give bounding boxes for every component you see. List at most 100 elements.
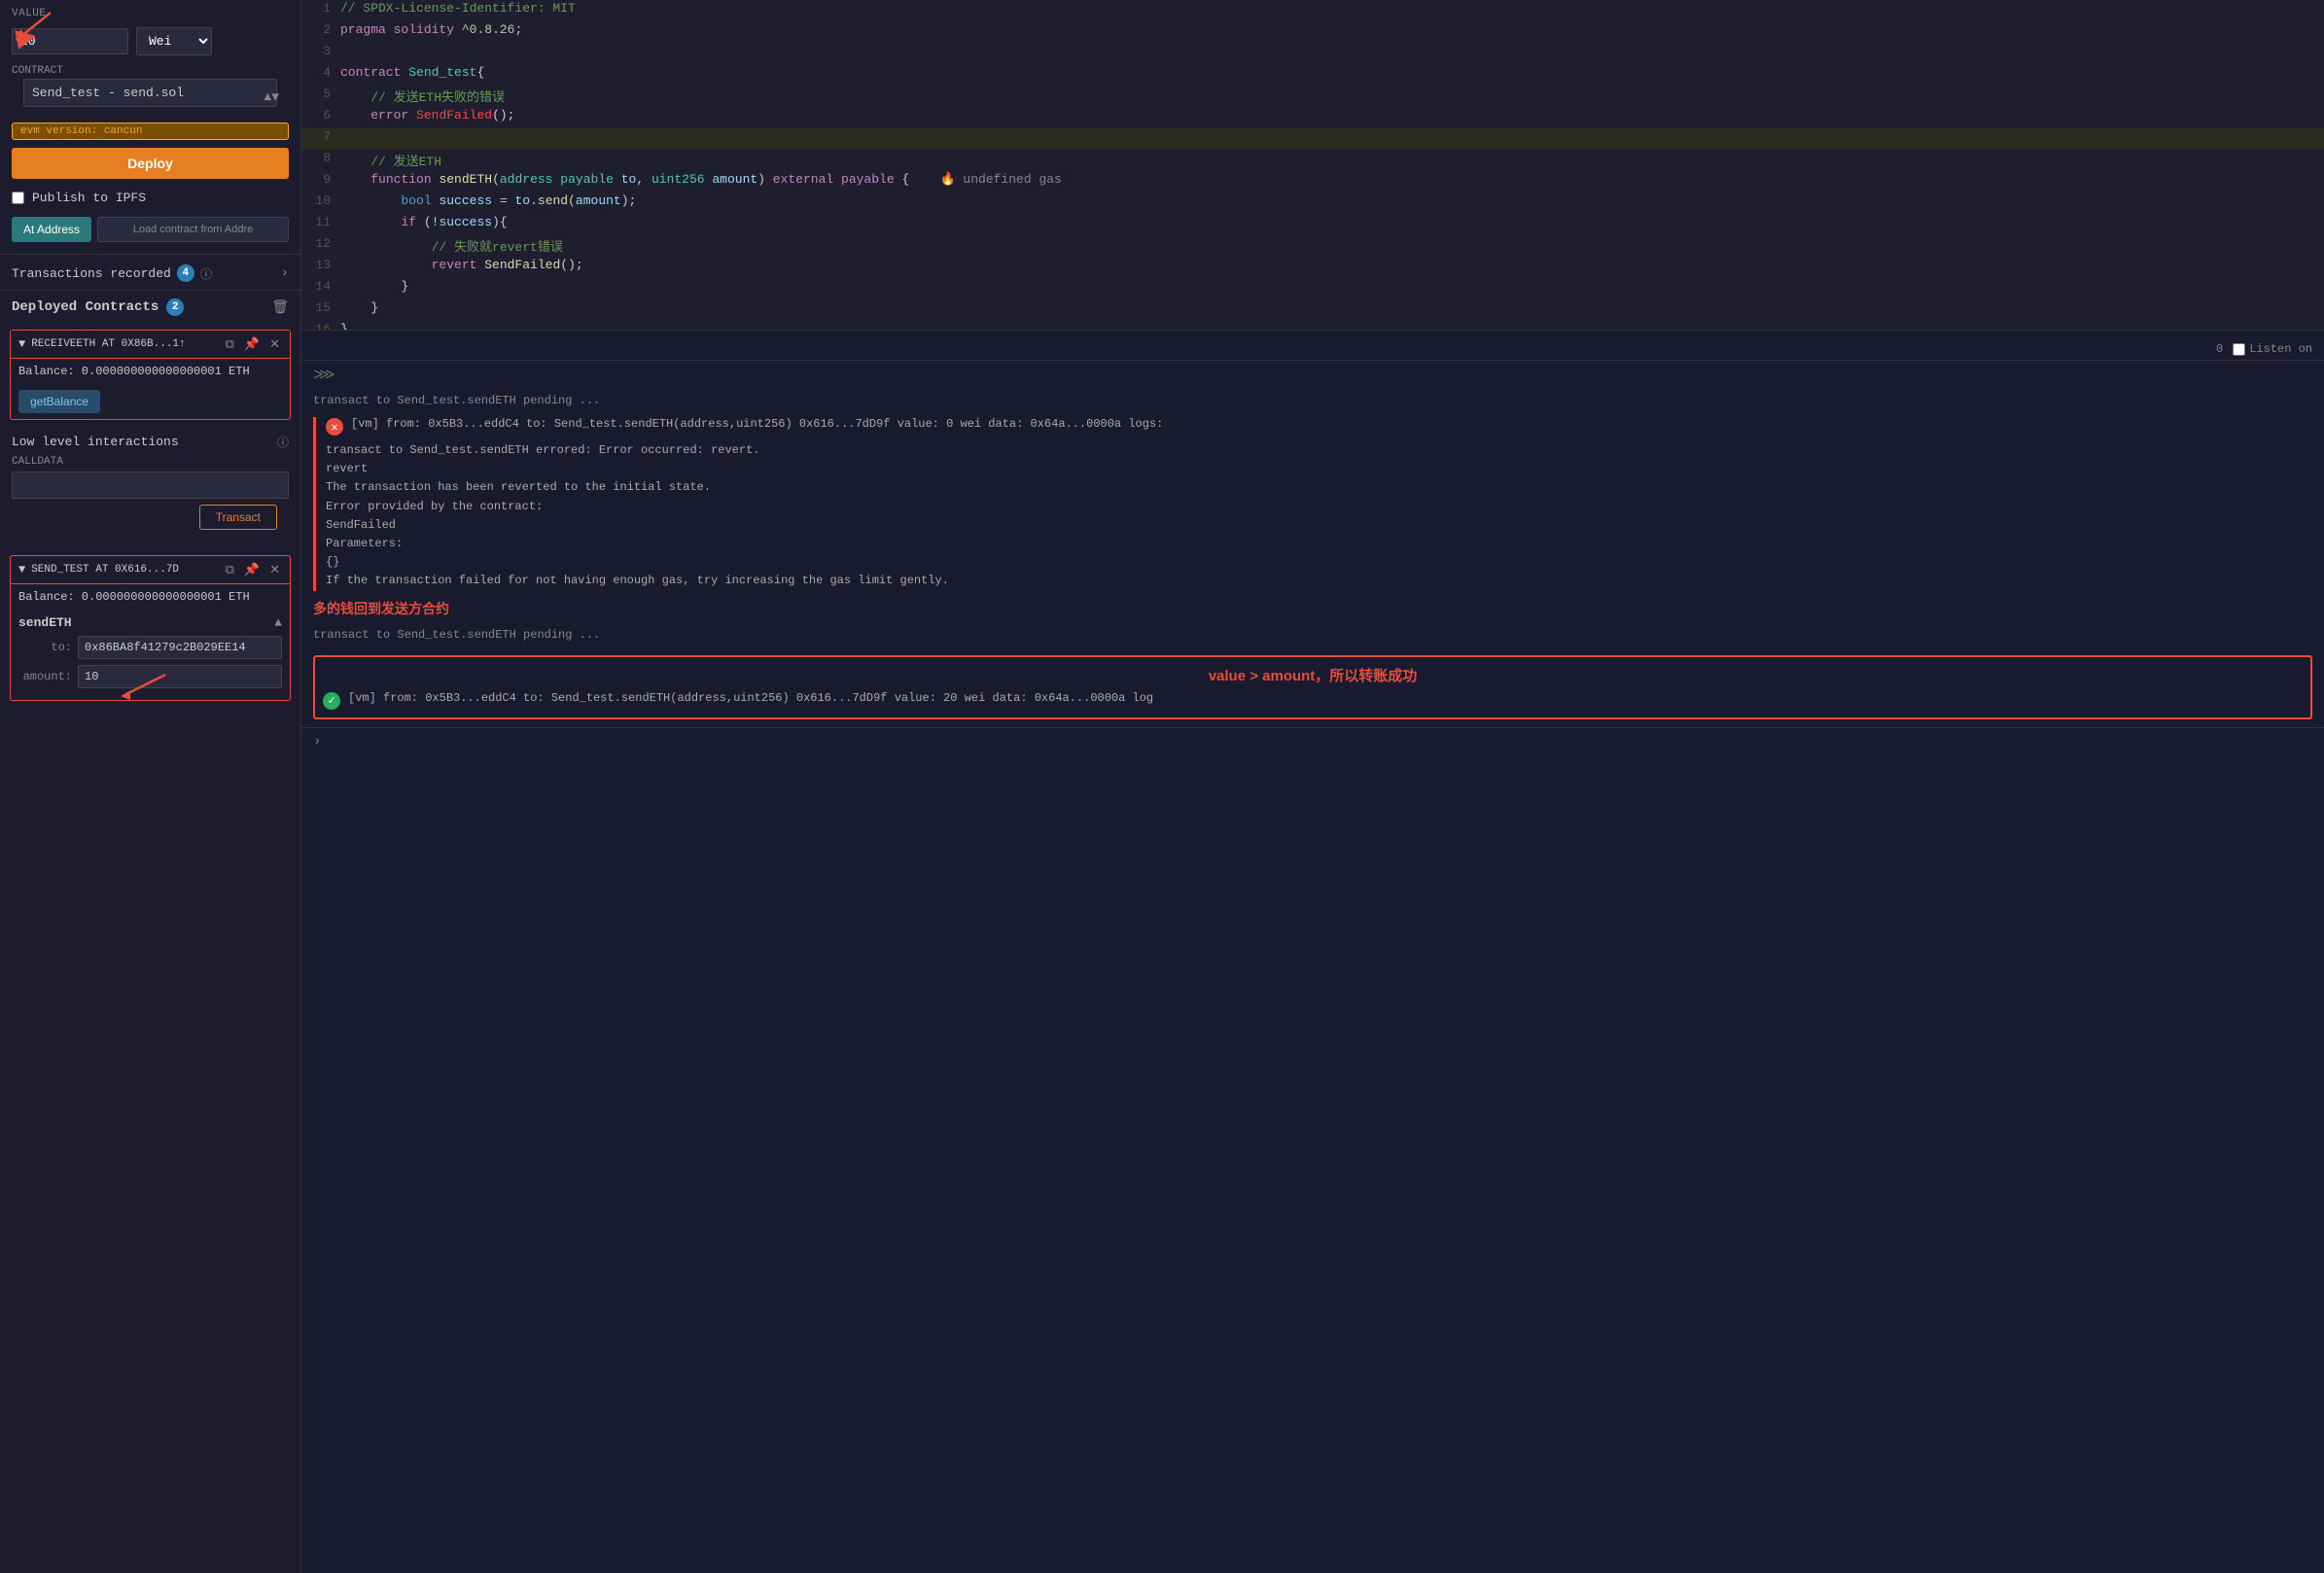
low-level-header: Low level interactions ⓘ bbox=[0, 426, 300, 454]
pin-icon2[interactable]: 📌 bbox=[242, 562, 262, 577]
code-line-3: 3 bbox=[301, 43, 2324, 64]
at-address-button[interactable]: At Address bbox=[12, 217, 91, 242]
value-input[interactable] bbox=[12, 28, 128, 54]
console-input-row: › bbox=[301, 727, 2324, 755]
chevron-right-icon[interactable]: › bbox=[281, 265, 289, 281]
code-line-14: 14 } bbox=[301, 278, 2324, 299]
code-line-11: 11 if (!success){ bbox=[301, 214, 2324, 235]
log2-text: transact to Send_test.sendETH pending ..… bbox=[313, 628, 600, 642]
at-address-row: At Address Load contract from Addre bbox=[0, 213, 300, 254]
contract1-name: RECEIVEETH AT 0X86B...1↑ bbox=[31, 338, 185, 350]
contract2-title: ▼ SEND_TEST AT 0X616...7D bbox=[18, 563, 179, 577]
code-line-1: 1 // SPDX-License-Identifier: MIT bbox=[301, 0, 2324, 21]
amount-field-row: amount: bbox=[18, 665, 282, 688]
error-circle-icon: ✕ bbox=[326, 418, 343, 436]
success-log-block: value > amount，所以转账成功 ✓ [vm] from: 0x5B3… bbox=[313, 655, 2312, 719]
receive-eth-contract: ▼ RECEIVEETH AT 0X86B...1↑ ⧉ 📌 ✕ Balance… bbox=[10, 330, 291, 420]
publish-checkbox[interactable] bbox=[12, 192, 24, 204]
code-line-8: 8 // 发送ETH bbox=[301, 150, 2324, 171]
to-field-row: to: bbox=[18, 636, 282, 659]
trash-icon[interactable]: 🗑 bbox=[271, 299, 289, 316]
amount-input[interactable] bbox=[78, 665, 282, 688]
code-line-6: 6 error SendFailed(); bbox=[301, 107, 2324, 128]
pin-icon[interactable]: 📌 bbox=[242, 336, 262, 352]
deployed-left: Deployed Contracts 2 bbox=[12, 298, 184, 316]
annotation-success: value > amount，所以转账成功 bbox=[1209, 668, 1418, 684]
transactions-label: Transactions recorded bbox=[12, 266, 171, 281]
code-line-4: 4 contract Send_test{ bbox=[301, 64, 2324, 86]
console-toolbar: 0 Listen on bbox=[301, 338, 2324, 361]
deployed-contracts-header: Deployed Contracts 2 🗑 bbox=[0, 290, 300, 324]
copy-icon2[interactable]: ⧉ bbox=[224, 562, 236, 577]
contract1-header: ▼ RECEIVEETH AT 0X86B...1↑ ⧉ 📌 ✕ bbox=[11, 331, 290, 358]
error-detail-5: Error provided by the contract: bbox=[326, 498, 2312, 516]
code-line-2: 2 pragma solidity ^0.8.26; bbox=[301, 21, 2324, 43]
contract2-header: ▼ SEND_TEST AT 0X616...7D ⧉ 📌 ✕ bbox=[11, 556, 290, 583]
chevron-down-icon2[interactable]: ▼ bbox=[18, 563, 25, 577]
publish-row: Publish to IPFS bbox=[0, 187, 300, 213]
log-entry-2: transact to Send_test.sendETH pending ..… bbox=[301, 622, 2324, 647]
error-log-header: ✕ [vm] from: 0x5B3...eddC4 to: Send_test… bbox=[326, 417, 2312, 436]
log-entry-1: transact to Send_test.sendETH pending ..… bbox=[301, 388, 2324, 413]
transactions-left: Transactions recorded 4 ⓘ bbox=[12, 264, 212, 282]
contract1-title: ▼ RECEIVEETH AT 0X86B...1↑ bbox=[18, 337, 186, 351]
copy-icon[interactable]: ⧉ bbox=[224, 336, 236, 352]
contract-select[interactable]: Send_test - send.sol bbox=[23, 79, 277, 107]
right-panel: 1 // SPDX-License-Identifier: MIT 2 prag… bbox=[301, 0, 2324, 1573]
listen-label: Listen on bbox=[2249, 342, 2312, 356]
evm-badge: evm version: cancun bbox=[12, 122, 289, 140]
code-line-10: 10 bool success = to.send(amount); bbox=[301, 192, 2324, 214]
to-input[interactable] bbox=[78, 636, 282, 659]
close-icon2[interactable]: ✕ bbox=[267, 562, 282, 577]
contract1-balance: Balance: 0.000000000000000001 ETH bbox=[11, 358, 290, 384]
deployed-label: Deployed Contracts bbox=[12, 299, 158, 315]
contract2-actions: ⧉ 📌 ✕ bbox=[224, 562, 282, 577]
error-detail-8: {} bbox=[326, 553, 2312, 572]
transactions-row: Transactions recorded 4 ⓘ › bbox=[0, 254, 300, 290]
calldata-input[interactable] bbox=[12, 472, 289, 499]
info-icon[interactable]: ⓘ bbox=[200, 265, 212, 282]
amount-label: amount: bbox=[18, 670, 72, 683]
listen-checkbox[interactable] bbox=[2233, 343, 2245, 356]
chevron-down-icon[interactable]: ▼ bbox=[18, 337, 25, 351]
deploy-button[interactable]: Deploy bbox=[12, 148, 289, 179]
close-icon[interactable]: ✕ bbox=[267, 336, 282, 352]
get-balance-button[interactable]: getBalance bbox=[18, 390, 100, 413]
error-detail-4: The transaction has been reverted to the… bbox=[326, 478, 2312, 497]
contract1-actions: ⧉ 📌 ✕ bbox=[224, 336, 282, 352]
success-circle-icon: ✓ bbox=[323, 692, 340, 710]
send-eth-section: sendETH ▲ to: amount: bbox=[11, 610, 290, 700]
contract2-name: SEND_TEST AT 0X616...7D bbox=[31, 564, 179, 576]
contract-label: CONTRACT bbox=[0, 59, 300, 79]
value-row: Wei Gwei Ether bbox=[0, 23, 300, 59]
error-detail: transact to Send_test.sendETH errored: E… bbox=[326, 441, 2312, 591]
publish-label: Publish to IPFS bbox=[32, 191, 146, 205]
error-log-header-text: [vm] from: 0x5B3...eddC4 to: Send_test.s… bbox=[351, 417, 1163, 431]
load-contract-button[interactable]: Load contract from Addre bbox=[97, 217, 289, 242]
error-detail-7: Parameters: bbox=[326, 535, 2312, 553]
error-detail-1: transact to Send_test.sendETH errored: E… bbox=[326, 441, 2312, 460]
calldata-label: CALLDATA bbox=[0, 454, 300, 472]
send-test-contract: ▼ SEND_TEST AT 0X616...7D ⧉ 📌 ✕ Balance:… bbox=[10, 555, 291, 701]
code-line-9: 9 function sendETH(address payable to, u… bbox=[301, 171, 2324, 192]
success-log-header: ✓ [vm] from: 0x5B3...eddC4 to: Send_test… bbox=[323, 691, 2303, 710]
unit-select[interactable]: Wei Gwei Ether bbox=[136, 27, 212, 55]
deployed-badge: 2 bbox=[166, 298, 184, 316]
error-detail-3: revert bbox=[326, 460, 2312, 478]
expand-icon[interactable]: ▲ bbox=[274, 615, 282, 630]
low-level-label: Low level interactions bbox=[12, 435, 179, 449]
transact-button[interactable]: Transact bbox=[199, 505, 277, 530]
code-line-15: 15 } bbox=[301, 299, 2324, 321]
send-eth-label: sendETH bbox=[18, 615, 72, 630]
chevron-double-icon: ⋙ bbox=[301, 361, 2324, 388]
console-input[interactable] bbox=[327, 734, 2312, 749]
success-log-text: [vm] from: 0x5B3...eddC4 to: Send_test.s… bbox=[348, 691, 1153, 705]
send-eth-title: sendETH ▲ bbox=[18, 615, 282, 630]
code-line-16: 16 } bbox=[301, 321, 2324, 331]
low-level-info-icon[interactable]: ⓘ bbox=[277, 434, 289, 450]
value-label: VALUE bbox=[0, 0, 300, 23]
code-line-13: 13 revert SendFailed(); bbox=[301, 257, 2324, 278]
listen-checkbox-row: Listen on bbox=[2233, 342, 2312, 356]
left-panel: VALUE Wei Gwei Ether CONTRACT Send_test … bbox=[0, 0, 301, 1573]
prompt-gt: › bbox=[313, 734, 321, 750]
